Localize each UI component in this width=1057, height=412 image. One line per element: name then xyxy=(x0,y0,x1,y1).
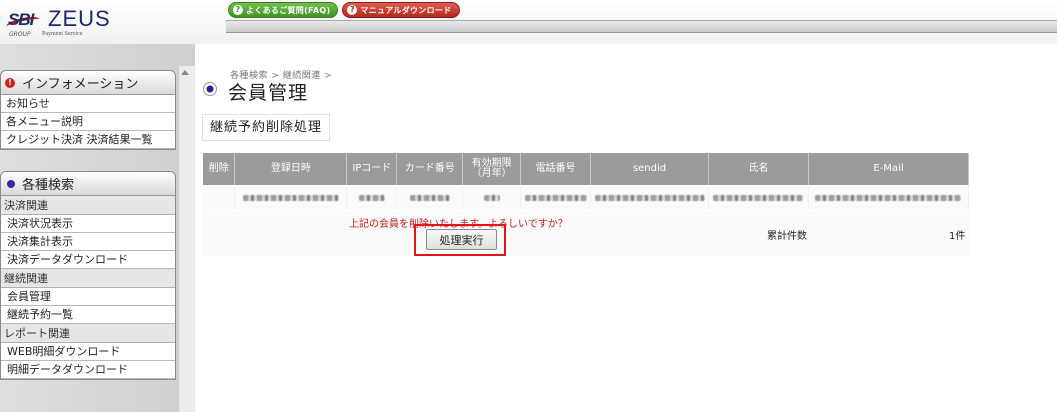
page-title: 会員管理 xyxy=(228,82,309,104)
table-header-row: 削除 登録日時 IPコード カード番号 有効期限 （月年） 電話番号 sendi… xyxy=(203,153,970,185)
redacted-value xyxy=(713,195,804,201)
menu-item-payment-download[interactable]: 決済データダウンロード xyxy=(1,251,175,269)
redacted-value xyxy=(524,195,587,201)
menu-item-payment-summary[interactable]: 決済集計表示 xyxy=(1,233,175,251)
sidebar-scrollbar[interactable] xyxy=(178,66,195,412)
search-panel: 各種検索 決済関連 決済状況表示 決済集計表示 決済データダウンロード 継続関連… xyxy=(0,171,176,380)
info-panel-header[interactable]: ! インフォメーション xyxy=(1,71,175,95)
question-icon: ? xyxy=(347,5,358,15)
col-email: E-Mail xyxy=(808,153,970,185)
menu-category-payment: 決済関連 xyxy=(1,196,175,215)
title-bullet-icon xyxy=(203,82,217,96)
logo-group: GROUP xyxy=(9,31,31,38)
redacted-value xyxy=(409,195,450,201)
logo-sbi: SBI xyxy=(8,10,34,29)
table-row xyxy=(203,185,970,210)
info-icon: ! xyxy=(5,77,15,88)
total-count-value: 1件 xyxy=(949,231,966,242)
search-panel-title: 各種検索 xyxy=(22,178,75,193)
col-phone: 電話番号 xyxy=(520,153,592,185)
menu-item-web-statement[interactable]: WEB明細ダウンロード xyxy=(1,343,175,361)
cell-expiry xyxy=(462,185,522,210)
search-panel-header[interactable]: 各種検索 xyxy=(1,172,175,196)
redacted-value xyxy=(815,195,962,201)
logo-zeus: ZEUS xyxy=(48,6,111,31)
info-panel: ! インフォメーション お知らせ 各メニュー説明 クレジット決済 決済結果一覧 xyxy=(0,70,176,150)
menu-item-statement-data[interactable]: 明細データダウンロード xyxy=(1,361,175,379)
bullet-dot-icon xyxy=(7,179,15,188)
col-ip-code: IPコード xyxy=(346,153,398,185)
logo-payment-service: Payment Service xyxy=(42,31,83,37)
scroll-up-arrow-icon[interactable] xyxy=(181,70,189,75)
manual-download-label: マニュアルダウンロード xyxy=(360,5,452,15)
header: SBI ZEUS GROUP Payment Service ? よくあるご質問… xyxy=(0,0,1057,44)
cell-sendid xyxy=(590,185,709,210)
redacted-value xyxy=(242,195,339,201)
menu-item-continuous-list[interactable]: 継続予約一覧 xyxy=(1,306,175,324)
manual-download-button[interactable]: ? マニュアルダウンロード xyxy=(342,2,460,18)
cell-registered xyxy=(234,185,348,210)
cell-delete xyxy=(203,185,236,210)
section-title: 継続予約削除処理 xyxy=(203,115,330,140)
menu-item-menu-guide[interactable]: 各メニュー説明 xyxy=(1,113,175,131)
redacted-value xyxy=(594,195,705,201)
col-name: 氏名 xyxy=(708,153,809,185)
question-icon: ? xyxy=(233,5,243,15)
header-bar xyxy=(226,20,1057,33)
col-expiry-line2: （月年） xyxy=(471,168,512,179)
cell-ip-code xyxy=(346,185,398,210)
col-sendid: sendid xyxy=(590,153,709,185)
cell-name xyxy=(708,185,809,210)
faq-button[interactable]: ? よくあるご質問(FAQ) xyxy=(228,2,339,18)
faq-button-label: よくあるご質問(FAQ) xyxy=(246,5,331,15)
col-registered: 登録日時 xyxy=(234,153,348,185)
menu-category-continuous: 継続関連 xyxy=(1,269,175,288)
menu-item-credit-results[interactable]: クレジット決済 決済結果一覧 xyxy=(1,131,175,149)
member-table: 削除 登録日時 IPコード カード番号 有効期限 （月年） 電話番号 sendi… xyxy=(203,153,970,210)
info-panel-title: インフォメーション xyxy=(22,77,139,92)
col-expiry: 有効期限 （月年） xyxy=(462,153,522,185)
col-delete: 削除 xyxy=(203,153,236,185)
menu-item-member-management[interactable]: 会員管理 xyxy=(1,288,175,306)
menu-item-payment-status[interactable]: 決済状況表示 xyxy=(1,215,175,233)
redacted-value xyxy=(483,195,500,201)
col-card-number: カード番号 xyxy=(396,153,464,185)
redacted-value xyxy=(358,195,385,201)
confirm-row xyxy=(203,211,969,256)
cell-card-number xyxy=(396,185,464,210)
execute-button[interactable]: 処理実行 xyxy=(426,229,497,250)
cell-phone xyxy=(520,185,592,210)
menu-item-news[interactable]: お知らせ xyxy=(1,95,175,113)
total-count-label: 累計件数 xyxy=(767,231,807,242)
menu-category-report: レポート関連 xyxy=(1,324,175,343)
sbi-zeus-logo[interactable]: SBI ZEUS GROUP Payment Service xyxy=(5,6,166,40)
top-buttons: ? よくあるご質問(FAQ) ? マニュアルダウンロード xyxy=(228,2,460,18)
cell-email xyxy=(808,185,970,210)
